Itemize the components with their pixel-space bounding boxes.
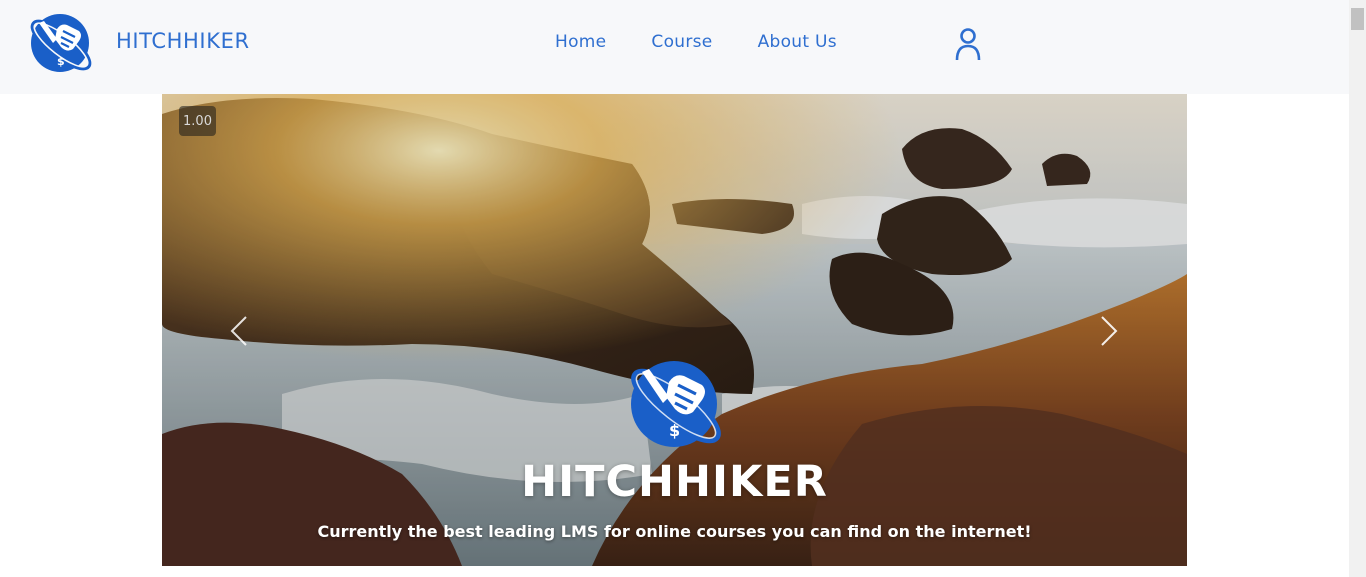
brand-name: HITCHHIKER (116, 29, 250, 53)
brand-link[interactable]: $ HITCHHIKER (27, 13, 250, 75)
nav-link-home[interactable]: Home (555, 32, 606, 52)
hero-tagline: Currently the best leading LMS for onlin… (317, 522, 1032, 541)
main-nav: Home Course About Us (555, 32, 882, 52)
playback-speed-badge[interactable]: 1.00 (179, 106, 216, 136)
nav-link-course[interactable]: Course (651, 32, 712, 52)
user-icon[interactable] (954, 27, 982, 61)
scrollbar-thumb[interactable] (1351, 8, 1364, 30)
hero-carousel: 1.00 $ HITCHHIKER Currently the best lea… (162, 94, 1187, 566)
svg-text:$: $ (57, 55, 65, 68)
nav-link-about-us[interactable]: About Us (758, 32, 837, 52)
svg-text:$: $ (669, 421, 680, 440)
hero-title: HITCHHIKER (521, 457, 828, 507)
navbar: $ HITCHHIKER Home Course About Us (0, 0, 1349, 94)
hitchhiker-logo: $ (30, 14, 92, 72)
chevron-right-icon[interactable] (1096, 314, 1122, 348)
hero-hitchhiker-logo: $ (631, 361, 721, 447)
page-scrollbar[interactable] (1349, 0, 1366, 577)
chevron-left-icon[interactable] (226, 314, 252, 348)
